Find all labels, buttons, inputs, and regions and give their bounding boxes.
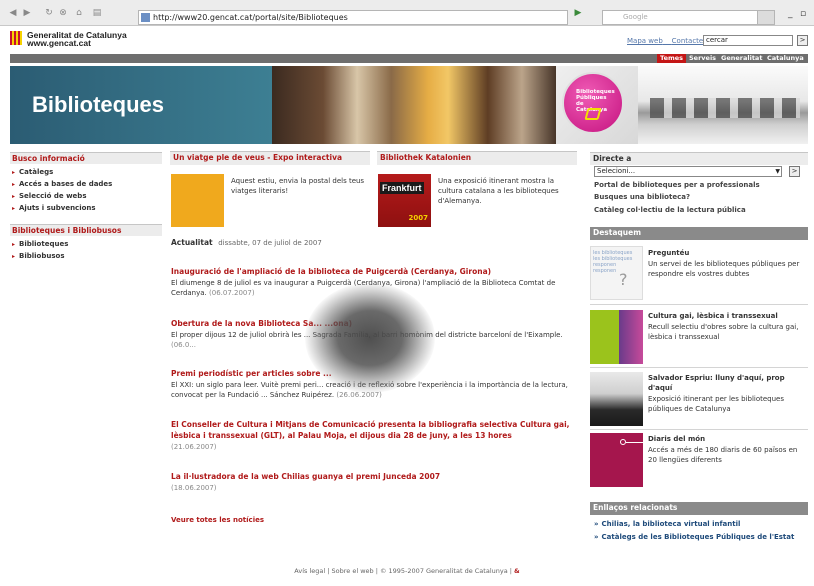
footer: Avís legal | Sobre el web | © 1995-2007 …	[294, 567, 520, 575]
maximize-icon[interactable]: ▫	[800, 9, 806, 19]
destaquem-text: Exposició itinerant per les biblioteques…	[648, 395, 785, 413]
actualitat-heading: Actualitat dissabte, 07 de juliol de 200…	[171, 238, 322, 247]
browser-toolbar: ◀ ▶ ↻ ⊗ ⌂ ▤ http://www20.gencat.cat/port…	[0, 0, 814, 26]
feature-bibliothek-title[interactable]: Bibliothek Katalonien	[377, 151, 577, 165]
contacte-link[interactable]: Contacte	[672, 37, 704, 45]
banner-photo-library	[272, 66, 556, 144]
actualitat-date: dissabte, 07 de juliol de 2007	[218, 239, 322, 247]
reload-icon[interactable]: ↻	[44, 8, 54, 18]
page-title: Biblioteques	[32, 92, 165, 117]
tab-serveis[interactable]: Serveis	[686, 54, 719, 63]
feature-expo-text: Aquest estiu, envia la postal dels teus …	[231, 177, 365, 195]
go-icon[interactable]: ▶	[573, 8, 583, 18]
salvador-espriu-image[interactable]	[590, 372, 643, 426]
directe-a-select[interactable]: Selecioni...	[594, 166, 782, 177]
divider	[590, 367, 808, 368]
busco-informacio-heading: Busco informació	[10, 152, 162, 164]
stop-icon[interactable]: ⊗	[58, 8, 68, 18]
gencat-name[interactable]: Generalitat de Catalunya www.gencat.cat	[27, 31, 127, 48]
banner-photo-shelves	[638, 66, 808, 144]
left-item-biblioteques[interactable]: Biblioteques	[12, 240, 68, 248]
tab-catalunya[interactable]: Catalunya	[764, 54, 807, 63]
favicon-icon	[141, 13, 150, 22]
url-bar[interactable]: http://www20.gencat.cat/portal/site/Bibl…	[138, 10, 568, 25]
left-item-bases-dades[interactable]: Accés a bases de dades	[12, 180, 112, 188]
search-icon[interactable]	[757, 10, 775, 25]
top-links: Mapa web Contacte	[627, 37, 703, 45]
feature-frankfurt-image[interactable]: Frankfurt 2007	[378, 174, 431, 227]
destaquem-text: Un servei de les biblioteques públiques …	[648, 260, 800, 278]
accessibility-icon[interactable]: &	[514, 567, 520, 575]
gencat-logo[interactable]	[10, 31, 22, 45]
home-icon[interactable]: ⌂	[74, 8, 84, 18]
feature-expo-title[interactable]: Un viatge ple de veus - Expo interactiva	[170, 151, 370, 165]
news-date: (18.06.2007)	[171, 484, 217, 492]
news-date: (21.06.2007)	[171, 443, 217, 451]
link-chilias[interactable]: Chilias, la biblioteca virtual infantil	[594, 520, 741, 528]
feature-bibliothek-text: Una exposició itinerant mostra la cultur…	[438, 177, 559, 205]
tab-generalitat[interactable]: Generalitat	[718, 54, 765, 63]
preguntéu-image[interactable]: les biblioteques les biblioteques respon…	[590, 246, 643, 300]
question-icon: ?	[619, 270, 628, 289]
news-title[interactable]: Inauguració de l'ampliació de la bibliot…	[171, 266, 571, 277]
news-title[interactable]: La il·lustradora de la web Chilias guany…	[171, 471, 571, 482]
divider	[590, 429, 808, 430]
site-search-input[interactable]: cercar	[703, 35, 793, 46]
site-search-button[interactable]: >	[797, 35, 808, 46]
screen-smudge	[305, 283, 435, 393]
directe-a-heading: Directe a	[590, 152, 808, 165]
biblioteques-publiques-badge[interactable]: Biblioteques Públiques de Catalunya	[562, 72, 624, 134]
line-icon	[626, 442, 643, 443]
news-title[interactable]: El Conseller de Cultura i Mitjans de Com…	[171, 419, 571, 441]
left-item-catalegs[interactable]: Catàlegs	[12, 168, 53, 176]
cultura-gai-image[interactable]	[590, 310, 643, 364]
link-busques-biblioteca[interactable]: Busques una biblioteca?	[594, 193, 690, 201]
feature-expo-image[interactable]	[171, 174, 224, 227]
divider	[590, 304, 808, 305]
veure-totes-link[interactable]: Veure totes les notícies	[171, 516, 264, 524]
left-item-bibliobusos[interactable]: Bibliobusos	[12, 252, 65, 260]
book-icon	[584, 108, 602, 120]
biblioteques-bibliobusos-heading: Biblioteques i Bibliobusos	[10, 224, 162, 236]
banner: Biblioteques Biblioteques Públiques de C…	[10, 66, 808, 144]
browser-search-input[interactable]: Google	[602, 10, 768, 25]
destaquem-heading: Destaquem	[590, 227, 808, 240]
left-item-seleccio-webs[interactable]: Selecció de webs	[12, 192, 86, 200]
link-catalegs-estat[interactable]: Catàlegs de les Biblioteques Públiques d…	[594, 533, 795, 541]
forward-icon[interactable]: ▶	[22, 8, 32, 18]
tab-temes[interactable]: Temes	[657, 54, 687, 63]
mapa-web-link[interactable]: Mapa web	[627, 37, 663, 45]
left-item-ajuts[interactable]: Ajuts i subvencions	[12, 204, 96, 212]
back-icon[interactable]: ◀	[8, 8, 18, 18]
destaquem-title[interactable]: Preguntéu	[648, 248, 808, 258]
link-cataleg-collectiu[interactable]: Catàleg col·lectiu de la lectura pública	[594, 206, 746, 214]
minimize-icon[interactable]: _	[788, 9, 793, 19]
destaquem-text: Recull selectiu d'obres sobre la cultura…	[648, 323, 799, 341]
print-icon[interactable]: ▤	[92, 8, 102, 18]
destaquem-title[interactable]: Salvador Espriu: lluny d'aquí, prop d'aq…	[648, 373, 808, 393]
destaquem-title[interactable]: Diaris del món	[648, 434, 808, 444]
diaris-del-mon-image[interactable]	[590, 433, 643, 487]
destaquem-title[interactable]: Cultura gai, lèsbica i transsexual	[648, 311, 808, 321]
url-text: http://www20.gencat.cat/portal/site/Bibl…	[153, 13, 348, 22]
enllacos-heading: Enllaços relacionats	[590, 502, 808, 515]
directe-a-go-button[interactable]: >	[789, 166, 800, 177]
link-portal-professionals[interactable]: Portal de biblioteques per a professiona…	[594, 181, 760, 189]
destaquem-text: Accés a més de 180 diaris de 60 països e…	[648, 446, 798, 464]
